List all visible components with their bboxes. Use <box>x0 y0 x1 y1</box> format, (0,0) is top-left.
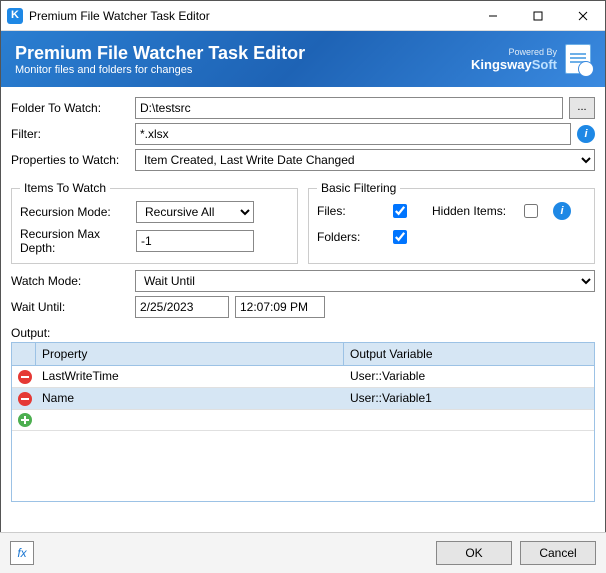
wait-until-label: Wait Until: <box>11 300 129 314</box>
fx-button[interactable]: fx <box>10 541 34 565</box>
files-checkbox[interactable] <box>393 204 407 218</box>
powered-by-label: Powered By <box>471 47 557 57</box>
recursion-max-depth-label: Recursion Max Depth: <box>20 227 130 255</box>
info-icon[interactable]: i <box>553 202 571 220</box>
output-grid: Property Output Variable LastWriteTimeUs… <box>11 342 595 502</box>
filter-label: Filter: <box>11 127 129 141</box>
close-button[interactable] <box>560 1 605 31</box>
cell-property[interactable]: LastWriteTime <box>36 366 344 387</box>
properties-to-watch-label: Properties to Watch: <box>11 153 129 167</box>
table-row[interactable]: LastWriteTimeUser::Variable <box>12 366 594 388</box>
recursion-max-depth-input[interactable] <box>136 230 254 252</box>
cancel-button[interactable]: Cancel <box>520 541 596 565</box>
files-label: Files: <box>317 204 381 218</box>
window-title: Premium File Watcher Task Editor <box>29 9 470 23</box>
folders-label: Folders: <box>317 230 381 244</box>
col-property[interactable]: Property <box>36 343 344 365</box>
titlebar: Premium File Watcher Task Editor <box>1 1 605 31</box>
hidden-items-checkbox[interactable] <box>524 204 538 218</box>
add-row[interactable] <box>12 410 594 432</box>
header-subtitle: Monitor files and folders for changes <box>15 64 471 76</box>
minus-icon[interactable] <box>18 370 32 384</box>
basic-filtering-legend: Basic Filtering <box>317 181 400 195</box>
items-to-watch-group: Items To Watch Recursion Mode: Recursive… <box>11 181 298 264</box>
footer: fx OK Cancel <box>0 532 606 573</box>
wait-until-date[interactable] <box>135 296 229 318</box>
col-output-variable[interactable]: Output Variable <box>344 343 594 365</box>
header-band: Premium File Watcher Task Editor Monitor… <box>1 31 605 87</box>
items-to-watch-legend: Items To Watch <box>20 181 110 195</box>
filter-input[interactable] <box>135 123 571 145</box>
watch-mode-label: Watch Mode: <box>11 274 129 288</box>
recursion-mode-label: Recursion Mode: <box>20 205 130 219</box>
wait-until-time[interactable] <box>235 296 325 318</box>
table-row[interactable]: NameUser::Variable1 <box>12 388 594 410</box>
output-label: Output: <box>11 326 595 340</box>
watch-mode-select[interactable]: Wait Until <box>135 270 595 292</box>
folder-to-watch-input[interactable] <box>135 97 563 119</box>
document-search-icon <box>565 44 591 74</box>
folders-checkbox[interactable] <box>393 230 407 244</box>
recursion-mode-select[interactable]: Recursive All <box>136 201 254 223</box>
maximize-button[interactable] <box>515 1 560 31</box>
info-icon[interactable]: i <box>577 125 595 143</box>
cell-variable[interactable]: User::Variable1 <box>344 388 594 409</box>
basic-filtering-group: Basic Filtering Files: Hidden Items: i F… <box>308 181 595 264</box>
properties-to-watch-select[interactable]: Item Created, Last Write Date Changed <box>135 149 595 171</box>
app-icon <box>7 8 23 24</box>
header-title: Premium File Watcher Task Editor <box>15 43 471 64</box>
cell-property[interactable]: Name <box>36 388 344 409</box>
plus-icon[interactable] <box>18 413 32 427</box>
brand-logo: Powered By KingswaySoft <box>471 44 591 74</box>
browse-button[interactable]: ... <box>569 97 595 119</box>
grid-header: Property Output Variable <box>12 343 594 366</box>
folder-to-watch-label: Folder To Watch: <box>11 101 129 115</box>
cell-variable[interactable]: User::Variable <box>344 366 594 387</box>
minus-icon[interactable] <box>18 392 32 406</box>
ok-button[interactable]: OK <box>436 541 512 565</box>
minimize-button[interactable] <box>470 1 515 31</box>
hidden-items-label: Hidden Items: <box>432 204 512 218</box>
main-form: Folder To Watch: ... Filter: i Propertie… <box>1 87 605 502</box>
